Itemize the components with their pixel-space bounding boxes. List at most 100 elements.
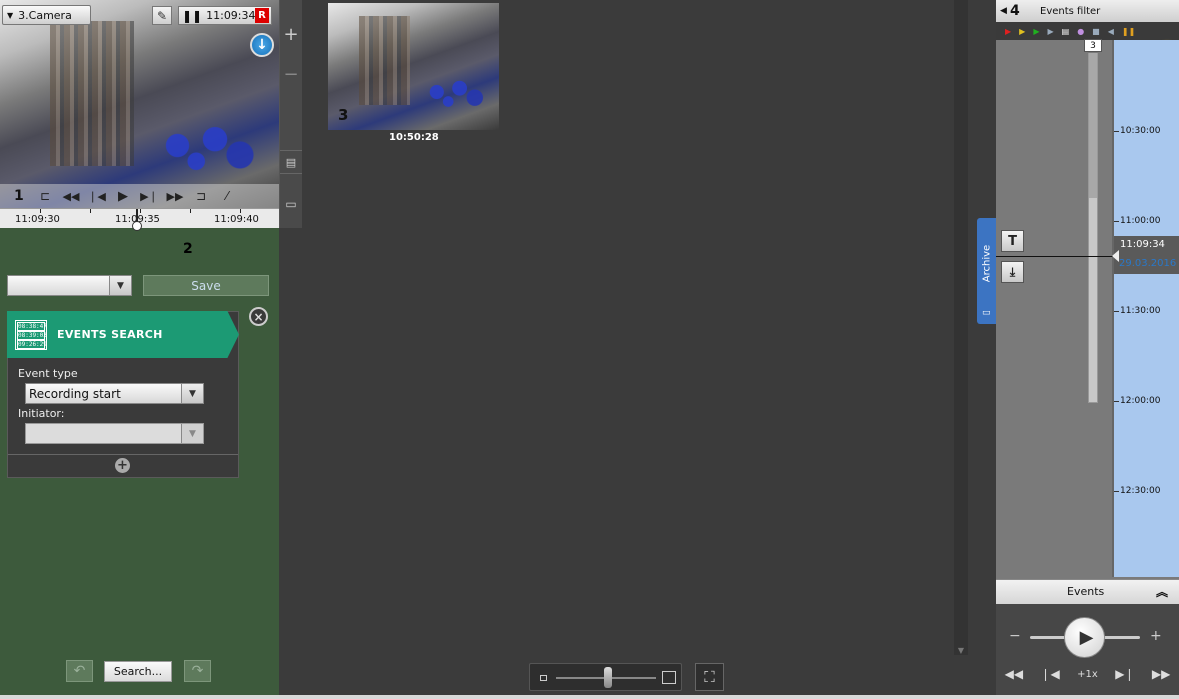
search-button[interactable]: Search... — [104, 661, 172, 682]
fullscreen-alarm-icon[interactable]: ⛶ — [695, 663, 724, 691]
collapse-left-icon[interactable]: ◀ — [996, 6, 1010, 16]
events-title: Events — [1067, 585, 1105, 598]
initiator-label: Initiator: — [18, 407, 65, 420]
green-triangle-icon[interactable]: ▶ — [1033, 27, 1039, 36]
fast-rewind-icon[interactable]: ◀◀ — [1005, 667, 1023, 681]
event-type-value: Recording start — [29, 386, 121, 401]
time-text: 11:09:34 — [206, 9, 256, 22]
export-icon[interactable]: ⤓ — [1001, 261, 1024, 283]
speed-minus-icon[interactable]: − — [1009, 628, 1021, 644]
pause-filter-icon[interactable]: ❚❚ — [1122, 27, 1135, 36]
zoom-out-icon[interactable]: − — [280, 62, 302, 86]
chevron-down-icon: ▼ — [181, 424, 203, 443]
right-panel-header: ◀ 4 Events filter — [996, 0, 1179, 22]
dropdown-arrow-icon: ▼ — [7, 10, 14, 20]
step-forward-icon[interactable]: ▶❘ — [136, 190, 162, 203]
double-chevron-up-icon[interactable]: ︽ — [1156, 583, 1168, 600]
tile-number: 1 — [14, 188, 24, 204]
person-icon[interactable]: ● — [1077, 27, 1084, 36]
save-button[interactable]: Save — [143, 275, 269, 296]
archive-tab-label: Archive — [981, 244, 993, 283]
vertical-scrollbar[interactable] — [954, 0, 968, 655]
mark-in-icon[interactable]: ⊏ — [32, 189, 58, 203]
text-tool-icon[interactable]: T — [1001, 230, 1024, 252]
forward-button[interactable]: ↷ — [184, 660, 211, 682]
back-button[interactable]: ↶ — [66, 660, 93, 682]
fast-forward-icon[interactable]: ▶▶ — [162, 190, 188, 203]
thumbnail-number: 3 — [338, 106, 349, 124]
initiator-select[interactable]: ▼ — [25, 423, 204, 444]
timeline-tick-label: 11:09:30 — [15, 214, 60, 225]
camera-viewer[interactable] — [0, 0, 279, 208]
document-icon[interactable]: ▤ — [1062, 27, 1070, 36]
close-icon[interactable]: × — [249, 307, 268, 326]
events-search-header: 08:38:47 08:39:03 09:26:29 EVENTS SEARCH — [7, 311, 239, 358]
playback-controls: ◀◀ ❘◀ +1x ▶❘ ▶▶ — [996, 662, 1179, 686]
fast-forward-icon[interactable]: ▶▶ — [1152, 667, 1170, 681]
video-camera-icon[interactable]: ■ — [1092, 27, 1100, 36]
events-filter-title: Events filter — [1040, 5, 1101, 17]
viewer-timeline[interactable]: 11:09:30 11:09:35 11:09:40 — [0, 208, 279, 231]
chevron-down-icon: ▼ — [181, 384, 203, 403]
play-icon[interactable]: ▶ — [110, 189, 136, 204]
event-type-select[interactable]: Recording start ▼ — [25, 383, 204, 404]
thumbnail-time: 10:50:28 — [389, 132, 439, 143]
scroll-down-icon[interactable]: ▼ — [954, 644, 968, 656]
current-time-text: 11:09:34 — [1120, 239, 1165, 250]
panel-divider — [8, 454, 238, 455]
yellow-triangle-icon[interactable]: ▶ — [1019, 27, 1025, 36]
step-back-icon[interactable]: ❘◀ — [1041, 667, 1060, 681]
red-triangle-icon[interactable]: ▶ — [1005, 27, 1011, 36]
current-time-box: 11:09:34 29.03.2016 — [1114, 236, 1179, 274]
timeline-time: 12:00:00 — [1120, 396, 1161, 406]
layout-select[interactable]: ▼ — [7, 275, 132, 296]
blue-triangle-icon[interactable]: ▶ — [1047, 27, 1053, 36]
archive-tab[interactable]: Archive ▭ — [977, 218, 996, 324]
time-pointer-icon — [1112, 250, 1119, 262]
download-icon[interactable]: ↓ — [250, 33, 274, 57]
layout-icon[interactable]: ▤ — [280, 150, 302, 174]
small-square-icon — [540, 675, 547, 681]
playhead-handle[interactable] — [132, 221, 142, 231]
timeline-time: 10:30:00 — [1120, 126, 1161, 136]
fast-rewind-icon[interactable]: ◀◀ — [58, 190, 84, 203]
current-date-text: 29.03.2016 — [1119, 258, 1177, 269]
step-forward-icon[interactable]: ▶❘ — [1115, 667, 1134, 681]
monitor-icon[interactable]: ▭ — [280, 192, 302, 216]
camera-thumbnail[interactable] — [328, 3, 499, 130]
speed-plus-icon[interactable]: + — [1150, 628, 1162, 644]
events-list-icon: 08:38:47 08:39:03 09:26:29 — [15, 319, 47, 350]
timeline-time: 11:00:00 — [1120, 216, 1161, 226]
filter-icons-bar: ▶ ▶ ▶ ▶ ▤ ● ■ ◀ ❚❚ — [996, 22, 1179, 40]
camera-selector[interactable]: ▼ 3.Camera — [2, 5, 91, 25]
layout-zoom-slider[interactable] — [529, 663, 682, 691]
player-controls: 1 ⊏ ◀◀ ❘◀ ▶ ▶❘ ▶▶ ⊐ ⁄ — [0, 184, 279, 208]
play-button[interactable]: ▶ — [1064, 617, 1105, 658]
speaker-icon[interactable]: ◀ — [1108, 27, 1114, 36]
event-count-badge: 3 — [1084, 39, 1102, 52]
pencil-icon[interactable]: ✎ — [152, 6, 172, 25]
window-bottom-edge — [0, 695, 1179, 699]
slider-thumb[interactable] — [604, 667, 612, 688]
events-timeline[interactable]: 10:30:00 11:00:00 11:30:00 12:00:00 12:3… — [1112, 40, 1179, 577]
camera-label: 3.Camera — [18, 8, 72, 22]
event-type-label: Event type — [18, 367, 78, 380]
large-square-icon — [662, 671, 676, 684]
events-search-title: EVENTS SEARCH — [57, 328, 163, 341]
timeline-time: 12:30:00 — [1120, 486, 1161, 496]
callout-number-2: 2 — [183, 241, 193, 257]
clear-mark-icon[interactable]: ⁄ — [214, 189, 240, 203]
density-slider-thumb[interactable] — [1089, 53, 1097, 198]
callout-number-4: 4 — [1010, 3, 1020, 19]
timeline-tick-label: 11:09:40 — [214, 214, 259, 225]
timeline-time: 11:30:00 — [1120, 306, 1161, 316]
mark-out-icon[interactable]: ⊐ — [188, 189, 214, 203]
chat-icon: ▭ — [982, 308, 991, 318]
step-back-icon[interactable]: ❘◀ — [84, 190, 110, 203]
playback-speed: +1x — [1077, 668, 1098, 680]
add-condition-icon[interactable]: + — [115, 458, 130, 473]
pause-icon[interactable]: ❚❚ — [182, 9, 202, 23]
events-panel-header[interactable]: Events ︽ — [996, 579, 1179, 604]
zoom-in-icon[interactable]: + — [280, 22, 302, 46]
chevron-down-icon: ▼ — [109, 276, 131, 295]
